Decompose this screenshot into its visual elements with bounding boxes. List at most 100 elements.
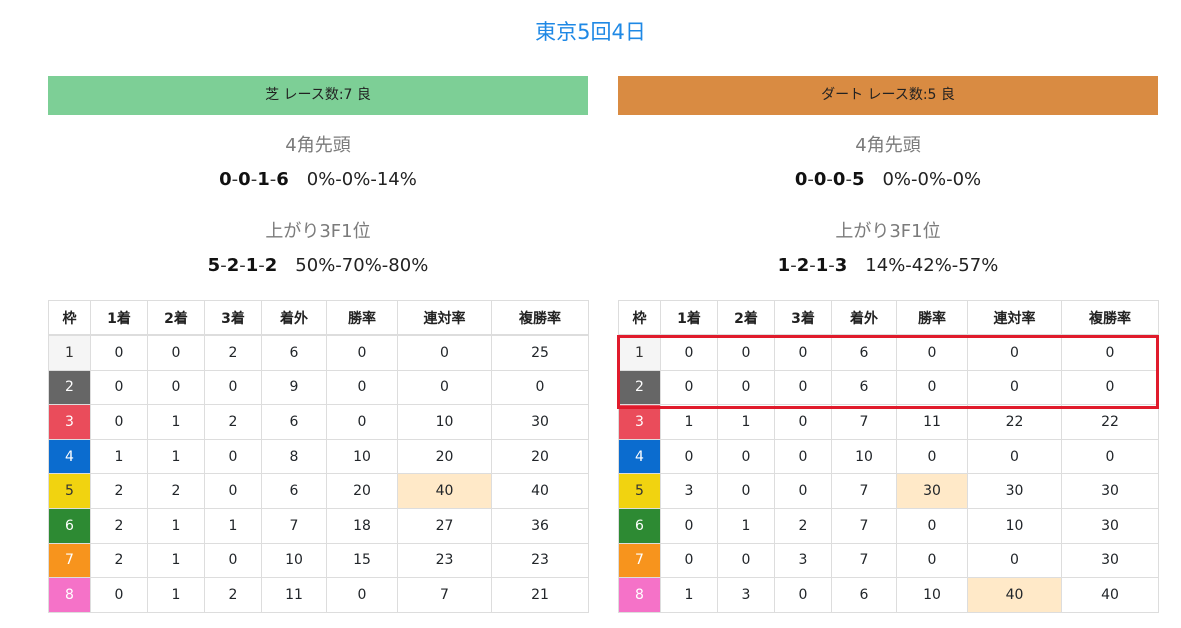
table-cell: 6 bbox=[261, 334, 327, 371]
turf-first-corner-lead-label: 4角先頭 bbox=[285, 135, 351, 156]
waku-number: 7 bbox=[618, 542, 661, 579]
table-cell: 1 bbox=[660, 577, 718, 613]
stat-first: 1 bbox=[777, 255, 791, 276]
table-cell: 3 bbox=[717, 577, 775, 613]
table-cell: 0 bbox=[147, 369, 205, 406]
column-header: 複勝率 bbox=[1061, 300, 1159, 336]
table-cell: 0 bbox=[1061, 334, 1159, 371]
table-cell: 1 bbox=[660, 404, 718, 440]
table-cell: 2 bbox=[204, 404, 262, 440]
dirt-fastest-last3f-label: 上がり3F1位 bbox=[835, 221, 941, 242]
table-cell: 2 bbox=[204, 577, 262, 613]
table-cell: 0 bbox=[90, 369, 148, 406]
table-cell: 2 bbox=[204, 334, 262, 371]
table-row: 4 0 0 0 10 0 0 0 bbox=[618, 438, 1159, 475]
table-cell: 0 bbox=[397, 369, 492, 406]
table-header-row: 枠 1着 2着 3着 着外 勝率 連対率 複勝率 bbox=[48, 300, 589, 336]
column-header: 連対率 bbox=[967, 300, 1062, 336]
page-title[interactable]: 東京5回4日 bbox=[0, 16, 1181, 46]
column-header: 勝率 bbox=[896, 300, 968, 336]
table-cell: 6 bbox=[261, 473, 327, 509]
table-body: 1 0 0 0 6 0 0 0 2 0 0 0 6 0 0 0 3 1 1 0 7 11 22 22 4 0 0 0 10 0 0 0 5 3 0 0… bbox=[618, 334, 1159, 613]
table-cell: 0 bbox=[896, 334, 968, 371]
stat-percentages: 14%-42%-57% bbox=[865, 255, 999, 276]
table-row: 8 0 1 2 11 0 7 21 bbox=[48, 577, 589, 613]
table-cell: 0 bbox=[774, 334, 832, 371]
table-cell: 0 bbox=[204, 438, 262, 475]
table-cell: 30 bbox=[1061, 507, 1159, 544]
table-cell: 18 bbox=[326, 507, 398, 544]
table-cell: 10 bbox=[896, 577, 968, 613]
table-cell: 23 bbox=[491, 542, 589, 579]
table-cell: 7 bbox=[831, 473, 897, 509]
table-cell: 0 bbox=[90, 577, 148, 613]
waku-number: 8 bbox=[48, 577, 91, 613]
waku-number: 6 bbox=[48, 507, 91, 544]
table-cell: 10 bbox=[326, 438, 398, 475]
column-header: 着外 bbox=[261, 300, 327, 336]
table-cell: 0 bbox=[326, 404, 398, 440]
stat-other: 3 bbox=[834, 255, 848, 276]
table-cell: 0 bbox=[967, 438, 1062, 475]
stat-second: 2 bbox=[796, 255, 810, 276]
table-cell: 0 bbox=[967, 369, 1062, 406]
stat-third: 0 bbox=[832, 169, 846, 190]
table-cell: 0 bbox=[896, 369, 968, 406]
table-cell: 0 bbox=[967, 334, 1062, 371]
table-row: 20009000 bbox=[48, 369, 589, 406]
table-cell: 0 bbox=[1061, 438, 1159, 475]
waku-number: 1 bbox=[618, 334, 661, 371]
table-cell: 0 bbox=[660, 369, 718, 406]
stat-percentages: 0%-0%-0% bbox=[882, 169, 982, 190]
table-cell: 0 bbox=[717, 438, 775, 475]
column-header: 連対率 bbox=[397, 300, 492, 336]
table-cell: 30 bbox=[1061, 473, 1159, 509]
table-cell: 15 bbox=[326, 542, 398, 579]
stat-third: 1 bbox=[257, 169, 270, 190]
waku-number: 5 bbox=[618, 473, 661, 509]
table-row: 6 2 1 1 7 18 27 36 bbox=[48, 507, 589, 544]
table-cell: 23 bbox=[397, 542, 492, 579]
table-cell: 6 bbox=[831, 334, 897, 371]
turf-first-corner-lead-stats: 0-0-1-6 0%-0%-14% bbox=[219, 169, 417, 190]
table-cell: 0 bbox=[326, 577, 398, 613]
waku-number: 5 bbox=[48, 473, 91, 509]
table-cell: 30 bbox=[1061, 542, 1159, 579]
table-cell: 0 bbox=[90, 404, 148, 440]
table-cell: 20 bbox=[491, 438, 589, 475]
stat-first: 0 bbox=[794, 169, 808, 190]
table-cell: 2 bbox=[90, 542, 148, 579]
stat-third: 1 bbox=[815, 255, 829, 276]
column-header: 3着 bbox=[774, 300, 832, 336]
table-cell: 11 bbox=[896, 404, 968, 440]
table-cell: 0 bbox=[660, 334, 718, 371]
table-row: 7 0 0 3 7 0 0 30 bbox=[618, 542, 1159, 579]
table-row: 20006000 bbox=[618, 369, 1159, 406]
table-cell: 0 bbox=[774, 473, 832, 509]
table-cell: 40 bbox=[491, 473, 589, 509]
table-cell: 11 bbox=[261, 577, 327, 613]
table-cell: 20 bbox=[326, 473, 398, 509]
table-cell: 10 bbox=[967, 507, 1062, 544]
table-cell: 0 bbox=[147, 334, 205, 371]
column-header: 着外 bbox=[831, 300, 897, 336]
table-cell: 30 bbox=[491, 404, 589, 440]
table-cell: 1 bbox=[147, 404, 205, 440]
table-cell: 0 bbox=[717, 473, 775, 509]
stat-percentages: 0%-0%-14% bbox=[306, 169, 417, 190]
table-cell: 8 bbox=[261, 438, 327, 475]
table-cell: 6 bbox=[261, 404, 327, 440]
stat-first: 0 bbox=[219, 169, 232, 190]
turf-waku-table: 枠 1着 2着 3着 着外 勝率 連対率 複勝率 1 0 0 2 6 0 0 25 2 0 0 0 9 0 0 0 3 0 1 2 6… bbox=[48, 300, 589, 613]
table-cell: 1 bbox=[204, 507, 262, 544]
table-cell: 10 bbox=[397, 404, 492, 440]
table-cell: 0 bbox=[491, 369, 589, 406]
table-cell: 40 bbox=[967, 577, 1062, 613]
dirt-fastest-last3f-stats: 1-2-1-3 14%-42%-57% bbox=[777, 255, 999, 276]
table-cell: 7 bbox=[831, 542, 897, 579]
stat-second: 0 bbox=[813, 169, 827, 190]
waku-number: 3 bbox=[48, 404, 91, 440]
stat-other: 2 bbox=[264, 255, 278, 276]
table-cell: 3 bbox=[774, 542, 832, 579]
column-header: 2着 bbox=[717, 300, 775, 336]
